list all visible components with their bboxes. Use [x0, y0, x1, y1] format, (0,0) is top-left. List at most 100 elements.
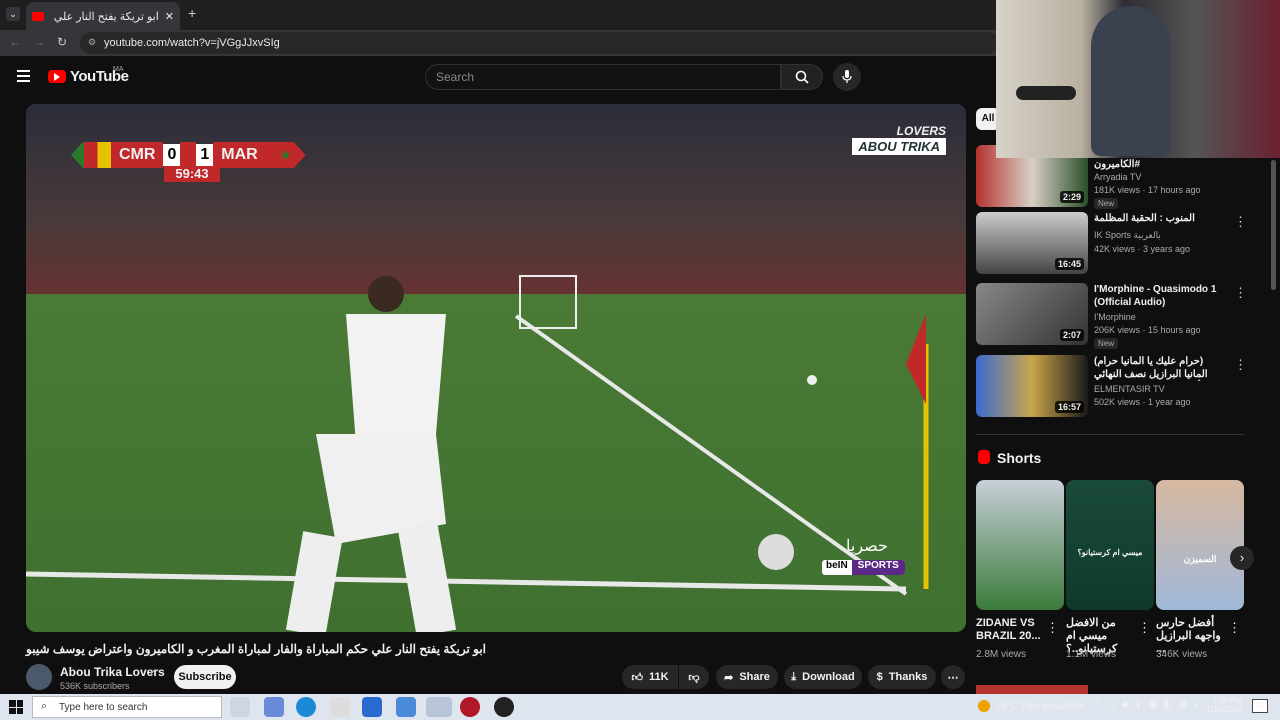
related-video[interactable]: 2:07 I'Morphine - Quasimodo 1 (Official …: [976, 283, 1247, 349]
duration: 16:45: [1054, 258, 1084, 270]
share-label: Share: [739, 671, 770, 683]
youtube-favicon-icon: [32, 11, 44, 21]
dislike-button[interactable]: 👎︎: [679, 665, 709, 689]
microphone-arm: [1016, 86, 1076, 100]
scoreboard: CMR 0 1 MAR ★: [71, 142, 306, 168]
windows-start-icon[interactable]: [9, 700, 23, 714]
short-thumbnail[interactable]: ميسي ام كرستيانو؟: [1066, 480, 1154, 610]
duration: 2:07: [1059, 329, 1084, 341]
app-icon[interactable]: [396, 697, 416, 717]
more-options-icon[interactable]: ⋮: [1138, 620, 1151, 636]
video-meta: 502K views · 1 year ago: [1094, 397, 1191, 407]
video-meta: 206K views · 15 hours ago: [1094, 325, 1201, 335]
duration: 16:57: [1054, 401, 1084, 413]
related-video[interactable]: 16:45 المنوب : الحقبة المظلمة IK Sports …: [976, 212, 1247, 276]
notification-icon[interactable]: 22: [1252, 699, 1268, 713]
temperature: 15°C: [995, 701, 1018, 712]
download-label: Download: [802, 671, 855, 683]
more-options-icon[interactable]: ⋮: [1046, 620, 1059, 636]
subscribe-button[interactable]: Subscribe: [174, 665, 236, 689]
trophy-icon: [180, 142, 197, 168]
morocco-flag-icon: ★: [265, 142, 306, 168]
shorts-heading: Shorts: [997, 450, 1042, 466]
bein-sports: SPORTS: [851, 560, 905, 575]
like-count: 11K: [648, 671, 669, 683]
video-channel: I'Morphine: [1094, 312, 1136, 322]
forward-icon[interactable]: →: [33, 35, 45, 49]
more-options-icon[interactable]: ⋮: [1228, 620, 1241, 636]
clock[interactable]: 3:30 PM 1/10/2026: [1202, 696, 1242, 714]
thumbs-up-icon: 👍︎: [631, 671, 643, 684]
away-team: MAR: [213, 142, 266, 168]
file-explorer-icon[interactable]: [330, 697, 350, 717]
video-title: ابو تريكة يفتح النار علي حكم المباراة وا…: [26, 642, 486, 656]
app-icon-dark[interactable]: [494, 697, 514, 717]
shorts-next-button[interactable]: ›: [1230, 546, 1254, 570]
download-button[interactable]: ⤓ Download: [784, 665, 862, 689]
new-badge: New: [1094, 198, 1119, 209]
tab-list-icon[interactable]: ⌄: [6, 7, 20, 21]
taskbar-search-placeholder: Type here to search: [59, 701, 148, 713]
thanks-icon: $: [876, 671, 883, 683]
thanks-button[interactable]: $ Thanks: [868, 665, 936, 689]
webcam-overlay: [996, 0, 1280, 158]
video-channel: ELMENTASIR TV: [1094, 384, 1165, 394]
bein-prefix: beIN: [826, 560, 848, 571]
search-icon: [795, 70, 809, 84]
store-icon[interactable]: [362, 697, 382, 717]
clock-date: 1/10/2026: [1206, 705, 1242, 714]
duration: 2:29: [1059, 191, 1084, 203]
video-meta: 42K views · 3 years ago: [1094, 244, 1191, 254]
video-channel: IK Sports بالعربية: [1094, 230, 1161, 240]
subscriber-count: 536K subscribers: [60, 681, 130, 691]
channel-watermark: LOVERS ABOU TRIKA: [816, 124, 946, 156]
new-tab-icon[interactable]: +: [188, 5, 196, 21]
divider: [976, 434, 1244, 435]
related-video[interactable]: 16:57 (حرام عليك يا المانيا حرام) الماني…: [976, 355, 1247, 419]
taskbar-search-input[interactable]: ⌕ Type here to search: [32, 696, 222, 718]
video-channel: Arryadia TV: [1094, 172, 1142, 182]
next-video-thumbnail[interactable]: [976, 685, 1088, 694]
weather-text: Très ensoleillé: [1020, 701, 1085, 712]
thanks-label: Thanks: [888, 671, 928, 683]
more-options-icon[interactable]: ⋮: [1234, 357, 1247, 373]
watermark-line2: ABOU TRIKA: [852, 138, 946, 155]
video-player[interactable]: CMR 0 1 MAR ★ 59:43 LOVERS ABOU TRIKA حص…: [26, 104, 966, 632]
task-view-icon[interactable]: [230, 697, 250, 717]
exclusive-label: حصريا: [846, 538, 888, 555]
video-thumbnail: 16:57: [976, 355, 1088, 417]
share-icon: ➦: [724, 671, 734, 684]
copilot-icon[interactable]: [264, 697, 284, 717]
voice-search-button[interactable]: [833, 63, 861, 91]
like-button[interactable]: 👍︎ 11K: [622, 665, 678, 689]
shorts-icon: [978, 450, 990, 464]
match-clock: 59:43: [164, 166, 220, 182]
search-button[interactable]: [781, 64, 823, 90]
tab-title: ابو تريكة يفتح النار علي حكم المبا: [50, 10, 159, 23]
scrollbar[interactable]: [1271, 160, 1276, 290]
system-tray-icons[interactable]: ^▢◈⚲▣◧◉◖: [1095, 699, 1206, 710]
browser-tab[interactable]: ابو تريكة يفتح النار علي حكم المبا ✕: [26, 2, 180, 30]
download-icon: ⤓: [791, 670, 797, 683]
edge-icon[interactable]: [296, 697, 316, 717]
more-options-icon[interactable]: ⋮: [1234, 285, 1247, 301]
more-actions-button[interactable]: ⋯: [941, 665, 965, 689]
more-options-icon[interactable]: ⋮: [1234, 214, 1247, 230]
back-icon[interactable]: ←: [9, 35, 21, 49]
video-meta: 181K views · 17 hours ago: [1094, 185, 1201, 195]
share-button[interactable]: ➦ Share: [716, 665, 778, 689]
search-input[interactable]: Search: [425, 64, 781, 90]
app-icon-red[interactable]: [460, 697, 480, 717]
reload-icon[interactable]: ↻: [57, 35, 67, 49]
short-views: 346K views: [1156, 649, 1208, 660]
home-score: 0: [163, 144, 181, 166]
url-field[interactable]: ⚙ youtube.com/watch?v=jVGgJJxvSIg: [80, 32, 1000, 54]
menu-icon[interactable]: [17, 70, 30, 82]
channel-avatar[interactable]: [26, 664, 52, 690]
more-icon: ⋯: [947, 671, 959, 684]
site-info-icon[interactable]: ⚙: [88, 37, 96, 48]
chrome-icon[interactable]: [426, 697, 452, 717]
close-tab-icon[interactable]: ✕: [165, 10, 174, 23]
short-thumbnail[interactable]: [976, 480, 1064, 610]
short-thumbnail[interactable]: السميزن: [1156, 480, 1244, 610]
